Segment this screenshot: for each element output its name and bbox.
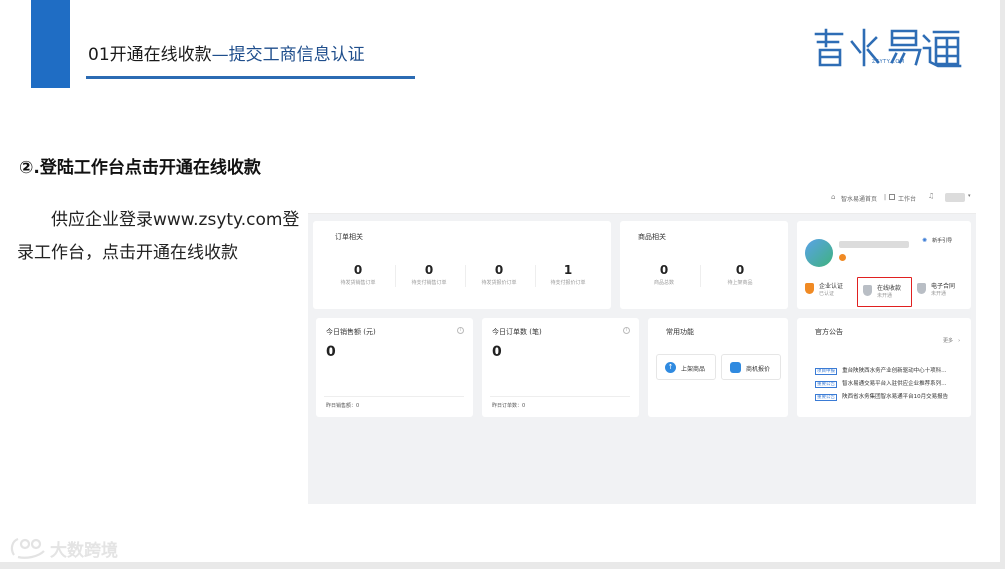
- slide-bottom-edge: [0, 562, 1005, 569]
- home-link[interactable]: 智水易通首页: [841, 194, 877, 203]
- order-stat[interactable]: 0 待发货销售订单: [328, 263, 388, 286]
- company-name-blurred: [839, 241, 909, 248]
- order-stat-value: 0: [494, 263, 504, 277]
- order-stat-label: 待支付报价订单: [550, 280, 586, 286]
- guide-icon: ✺: [922, 237, 928, 244]
- chevron-right-icon: ›: [958, 338, 961, 344]
- quote-button[interactable]: 商机报价: [721, 354, 781, 380]
- info-icon[interactable]: i: [623, 327, 630, 334]
- badge-status: 未开通: [931, 291, 947, 297]
- chevron-down-icon[interactable]: ▾: [968, 193, 971, 199]
- orders-card: 订单相关 0 待发货销售订单 0 待支付销售订单 0 待发货报价订单 1 待支付…: [313, 221, 611, 309]
- info-icon[interactable]: i: [457, 327, 464, 334]
- step-title: ②.登陆工作台点击开通在线收款: [19, 158, 261, 178]
- notices-card: 官方公告 更多 › 项目申报 重台陕陕西水务产业创新驱动中心十项科… 重要公告 …: [797, 318, 971, 417]
- logo-subtext: ZSYTY.COM: [872, 59, 905, 65]
- product-stat-label: 待上架商品: [727, 280, 753, 286]
- accent-block: [31, 0, 70, 88]
- product-stat-value: 0: [659, 263, 669, 277]
- functions-card: 常用功能 ↑ 上架商品 商机报价: [648, 318, 788, 417]
- products-card-title: 商品相关: [638, 233, 666, 241]
- orders-yesterday: 昨日订单数：0: [492, 403, 526, 409]
- divider: [324, 396, 464, 397]
- verified-badge-icon: [839, 254, 846, 261]
- guide-link[interactable]: ✺ 新手引导: [922, 227, 952, 246]
- order-stat[interactable]: 1 待支付报价订单: [538, 263, 598, 286]
- home-icon: ⌂: [831, 193, 836, 201]
- divider: [465, 265, 466, 287]
- workbench-icon: [889, 194, 895, 200]
- sales-today-title: 今日销售额 (元): [326, 328, 376, 336]
- order-stat[interactable]: 0 待发货报价订单: [469, 263, 529, 286]
- online-payment-button[interactable]: 在线收款 未开通: [857, 277, 912, 307]
- orders-card-title: 订单相关: [335, 233, 363, 241]
- list-product-button[interactable]: ↑ 上架商品: [656, 354, 716, 380]
- notice-item[interactable]: 重要公告 陕西省水务集团智水易通平台10月交易报告: [815, 383, 948, 402]
- shield-icon: [805, 283, 814, 294]
- sales-today-value: 0: [326, 344, 336, 360]
- watermark-logo-icon: [10, 537, 45, 559]
- badge-name: 在线收款: [877, 285, 902, 292]
- shield-icon: [863, 285, 872, 296]
- notice-text: 陕西省水务集团智水易通平台10月交易报告: [842, 394, 949, 400]
- orders-today-value: 0: [492, 344, 502, 360]
- title-underline: [86, 76, 415, 79]
- order-stat-value: 0: [353, 263, 363, 277]
- badge-status: 已认证: [819, 291, 835, 297]
- divider: [490, 396, 630, 397]
- notice-tag: 重要公告: [815, 394, 837, 401]
- order-stat-value: 0: [424, 263, 434, 277]
- functions-title: 常用功能: [666, 328, 694, 336]
- product-stat[interactable]: 0 待上架商品: [712, 263, 768, 286]
- badge-e-contract[interactable]: 电子合同 未开通: [917, 280, 967, 302]
- profile-card: ✺ 新手引导 企业认证 已认证 在线收款 未开通 电子合同 未开通: [797, 221, 971, 309]
- guide-label: 新手引导: [932, 238, 953, 244]
- order-stat-label: 待发货销售订单: [340, 280, 376, 286]
- divider: [395, 265, 396, 287]
- slide-title-main: 01开通在线收款: [88, 45, 212, 65]
- top-bar: ⌂ 智水易通首页 | 工作台 ♫ ▾: [308, 181, 976, 214]
- badge-enterprise-auth[interactable]: 企业认证 已认证: [805, 280, 853, 302]
- orders-today-card: 今日订单数 (笔) i 0 昨日订单数：0: [482, 318, 639, 417]
- slide-title: 01开通在线收款—提交工商信息认证: [88, 40, 365, 65]
- orders-today-title: 今日订单数 (笔): [492, 328, 542, 336]
- sales-today-card: 今日销售额 (元) i 0 昨日销售额：0: [316, 318, 473, 417]
- watermark-text: 大数跨境: [50, 541, 118, 561]
- order-stat-value: 1: [563, 263, 573, 277]
- upload-icon: ↑: [665, 362, 676, 373]
- divider: [535, 265, 536, 287]
- sales-yesterday: 昨日销售额：0: [326, 403, 360, 409]
- quote-icon: [730, 362, 741, 373]
- products-card: 商品相关 0 商品总数 0 待上架商品: [620, 221, 788, 309]
- divider: |: [884, 194, 887, 201]
- more-label: 更多: [943, 338, 954, 344]
- bell-icon[interactable]: ♫: [928, 192, 934, 200]
- slide-title-emphasis: —提交工商信息认证: [211, 45, 365, 65]
- order-stat-label: 待发货报价订单: [481, 280, 517, 286]
- more-link[interactable]: 更多 ›: [943, 327, 960, 346]
- shield-icon: [917, 283, 926, 294]
- company-avatar: [805, 239, 833, 267]
- product-stat-value: 0: [735, 263, 745, 277]
- workbench-screenshot: ⌂ 智水易通首页 | 工作台 ♫ ▾ 订单相关 0 待发货销售订单 0 待支付销…: [308, 181, 976, 504]
- product-stat[interactable]: 0 商品总数: [638, 263, 690, 286]
- avatar[interactable]: [945, 193, 965, 202]
- workbench-link[interactable]: 工作台: [898, 194, 916, 203]
- badge-status: 未开通: [877, 293, 893, 299]
- badge-name: 企业认证: [819, 283, 844, 290]
- divider: [700, 265, 701, 287]
- quote-label: 商机报价: [746, 366, 771, 373]
- step-description: 供应企业登录www.zsyty.com登录工作台，点击开通在线收款: [17, 210, 300, 263]
- slide-right-edge: [1000, 0, 1005, 569]
- order-stat[interactable]: 0 待支付销售订单: [399, 263, 459, 286]
- badge-name: 电子合同: [931, 283, 956, 290]
- list-product-label: 上架商品: [681, 366, 706, 373]
- notices-title: 官方公告: [815, 328, 843, 336]
- product-stat-label: 商品总数: [653, 280, 674, 286]
- order-stat-label: 待支付销售订单: [411, 280, 447, 286]
